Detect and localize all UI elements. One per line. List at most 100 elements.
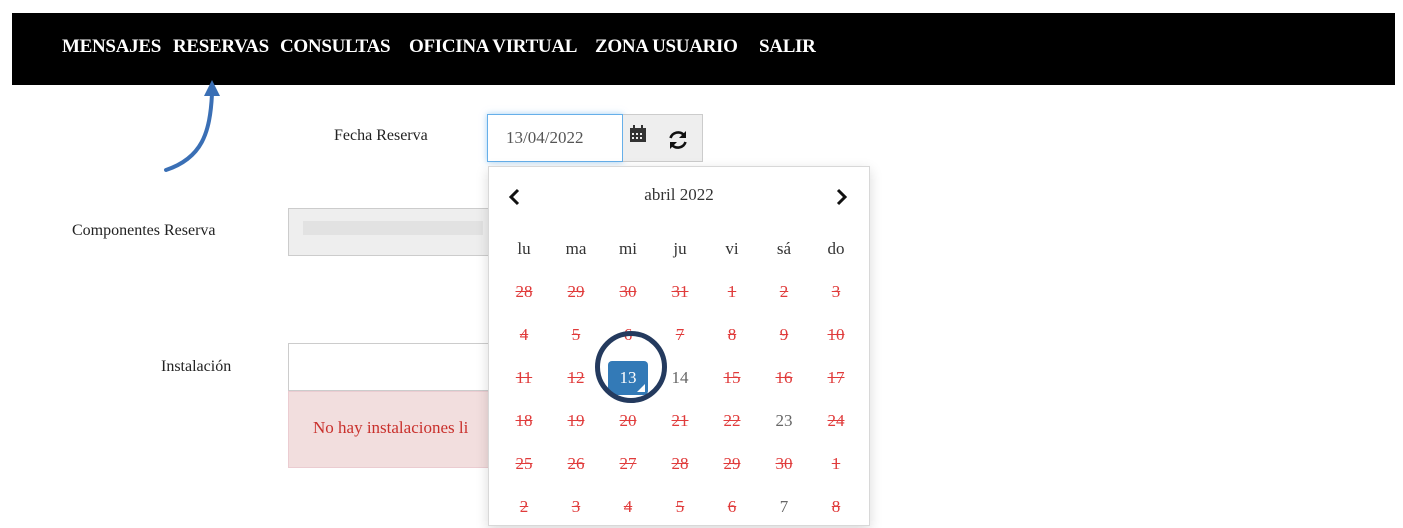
- day-disabled: 1: [810, 449, 862, 479]
- day-disabled: 5: [654, 492, 706, 522]
- day-number: 30: [775, 453, 793, 473]
- day-number: 2: [779, 281, 789, 301]
- day-number: 29: [723, 453, 741, 473]
- day-number: 28: [515, 281, 533, 301]
- day-disabled: 11: [498, 363, 550, 393]
- day-disabled: 2: [498, 492, 550, 522]
- week-row: 25 26 27 28 29 30 1: [498, 442, 862, 485]
- datepicker-dropdown: abril 2022 lu ma mi ju vi sá do 28 29 30 31 1 2 3 4 5 6 7…: [488, 166, 870, 526]
- day-cell: 1: [706, 277, 758, 307]
- day-disabled: 15: [706, 363, 758, 393]
- alert-message: No hay instalaciones li: [313, 418, 469, 437]
- nav-zona-usuario[interactable]: ZONA USUARIO: [595, 36, 738, 58]
- day-number: 14: [671, 367, 689, 387]
- weekday-label: do: [827, 238, 845, 258]
- day-cell: 1: [810, 449, 862, 479]
- week-row: 4 5 6 7 8 9 10: [498, 313, 862, 356]
- selected-corner-marker: [637, 383, 645, 392]
- day-enabled[interactable]: 14: [654, 363, 706, 393]
- day-selected[interactable]: 13: [608, 360, 648, 395]
- date-addon-group: [623, 114, 703, 162]
- day-number: 3: [831, 281, 841, 301]
- day-enabled[interactable]: 23: [758, 406, 810, 436]
- day-number: 6: [623, 324, 633, 344]
- day-cell: 6: [602, 320, 654, 350]
- day-disabled: 4: [498, 320, 550, 350]
- day-cell: 26: [550, 449, 602, 479]
- nav-consultas[interactable]: CONSULTAS: [280, 36, 391, 58]
- day-disabled: 2: [758, 277, 810, 307]
- day-number: 8: [831, 496, 841, 516]
- calendar-icon[interactable]: [629, 125, 647, 143]
- datepicker-grid: lu ma mi ju vi sá do 28 29 30 31 1 2 3 4 5 6 7 8 9 10 11 12 13 1…: [498, 227, 862, 528]
- day-enabled[interactable]: 7: [758, 492, 810, 522]
- day-number: 24: [827, 410, 845, 430]
- day-disabled: 30: [758, 449, 810, 479]
- nav-salir[interactable]: SALIR: [759, 36, 816, 58]
- day-number: 4: [519, 324, 529, 344]
- day-cell: 18: [498, 406, 550, 436]
- day-cell: 11: [498, 363, 550, 393]
- day-disabled: 28: [498, 277, 550, 307]
- day-disabled: 22: [706, 406, 758, 436]
- day-disabled: 27: [602, 449, 654, 479]
- day-cell: 5: [550, 320, 602, 350]
- weekday-label: ma: [565, 238, 587, 258]
- datepicker-month-title[interactable]: abril 2022: [489, 185, 869, 205]
- day-cell: 2: [758, 277, 810, 307]
- fecha-reserva-label: Fecha Reserva: [334, 127, 428, 144]
- week-row: 28 29 30 31 1 2 3: [498, 270, 862, 313]
- nav-mensajes[interactable]: MENSAJES: [62, 36, 161, 58]
- day-cell: 21: [654, 406, 706, 436]
- day-number: 7: [675, 324, 685, 344]
- weekday-label: vi: [725, 238, 739, 258]
- day-cell: 3: [810, 277, 862, 307]
- day-disabled: 6: [706, 492, 758, 522]
- weekday-label: sá: [776, 238, 792, 258]
- day-cell: 3: [550, 492, 602, 522]
- day-disabled: 10: [810, 320, 862, 350]
- day-cell: 25: [498, 449, 550, 479]
- day-disabled: 18: [498, 406, 550, 436]
- day-number: 30: [619, 281, 637, 301]
- weekday-label: mi: [619, 238, 637, 258]
- week-row: 11 12 13 14 15 16 17: [498, 356, 862, 399]
- day-cell: 22: [706, 406, 758, 436]
- day-cell: 4: [602, 492, 654, 522]
- week-row: 2 3 4 5 6 7 8: [498, 485, 862, 528]
- day-cell: 29: [550, 277, 602, 307]
- day-disabled: 19: [550, 406, 602, 436]
- day-number: 22: [723, 410, 741, 430]
- day-disabled: 28: [654, 449, 706, 479]
- day-disabled: 25: [498, 449, 550, 479]
- day-number: 9: [779, 324, 789, 344]
- day-cell: 31: [654, 277, 706, 307]
- instalacion-select[interactable]: [288, 343, 498, 391]
- day-number: 16: [775, 367, 793, 387]
- weekday-header-row: lu ma mi ju vi sá do: [498, 227, 862, 270]
- refresh-icon[interactable]: [667, 129, 689, 151]
- day-number: 15: [723, 367, 741, 387]
- componentes-reserva-field: [288, 208, 498, 256]
- day-number: 20: [619, 410, 637, 430]
- day-disabled: 8: [810, 492, 862, 522]
- nav-reservas[interactable]: RESERVAS: [173, 36, 269, 58]
- day-cell: 16: [758, 363, 810, 393]
- day-number: 12: [567, 367, 585, 387]
- day-number: 3: [571, 496, 581, 516]
- chevron-right-icon[interactable]: [831, 187, 851, 207]
- day-number: 19: [567, 410, 585, 430]
- day-disabled: 31: [654, 277, 706, 307]
- day-disabled: 1: [706, 277, 758, 307]
- day-cell: 13: [602, 360, 654, 395]
- instalacion-alert: No hay instalaciones li: [288, 391, 498, 468]
- day-cell: 23: [758, 406, 810, 436]
- day-number: 27: [619, 453, 637, 473]
- day-cell: 30: [758, 449, 810, 479]
- instalacion-label: Instalación: [161, 358, 232, 375]
- day-number: 8: [727, 324, 737, 344]
- day-cell: 19: [550, 406, 602, 436]
- day-number: 5: [571, 324, 581, 344]
- nav-oficina-virtual[interactable]: OFICINA VIRTUAL: [409, 36, 577, 58]
- fecha-reserva-input[interactable]: 13/04/2022: [487, 114, 623, 162]
